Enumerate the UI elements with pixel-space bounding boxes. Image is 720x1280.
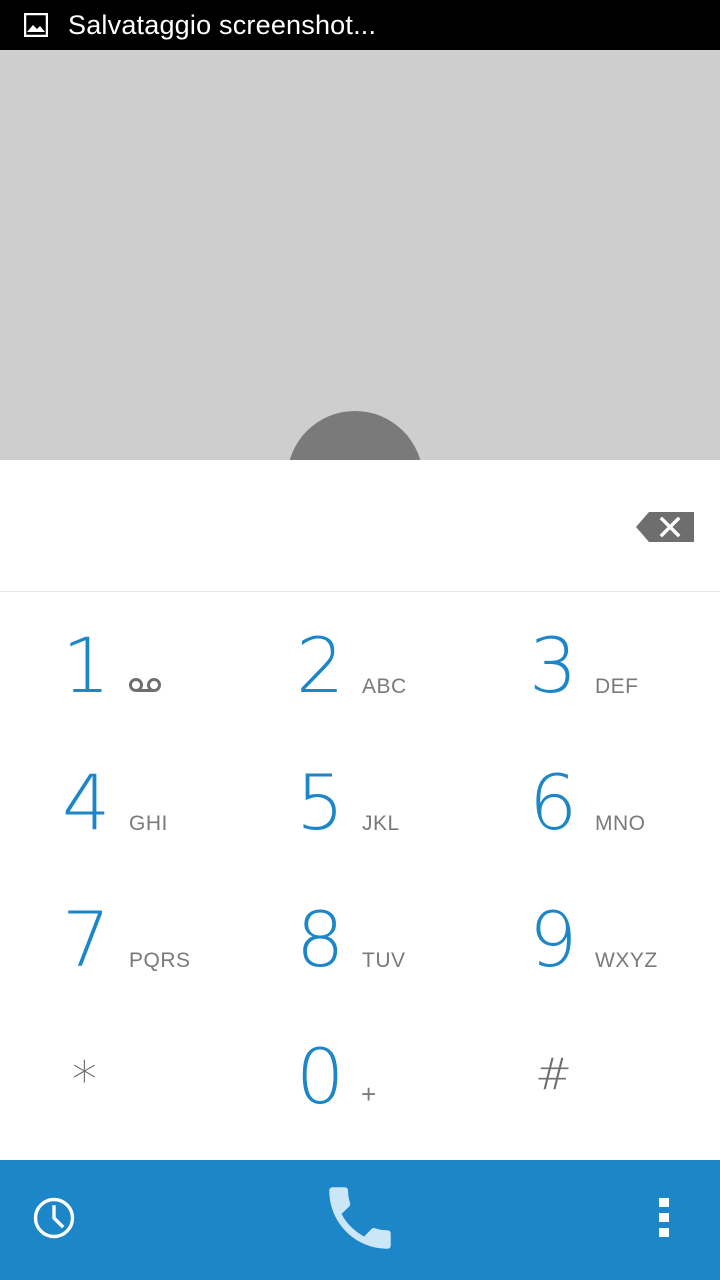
key-9[interactable]: 9 WXYZ	[466, 866, 699, 1003]
key-letters: DEF	[595, 675, 639, 698]
key-digit: 0	[296, 1032, 345, 1121]
key-star[interactable]: *	[0, 1003, 233, 1140]
key-digit: *	[72, 1051, 97, 1109]
notification-text: Salvataggio screenshot...	[68, 9, 377, 40]
key-letters: MNO	[595, 812, 646, 835]
image-icon	[24, 13, 48, 37]
key-4[interactable]: 4 GHI	[0, 729, 233, 866]
key-1[interactable]: 1	[0, 592, 233, 729]
key-2[interactable]: 2 ABC	[233, 592, 466, 729]
digits-field[interactable]	[0, 460, 720, 592]
overflow-menu-button[interactable]	[640, 1190, 688, 1250]
key-digit: 5	[296, 758, 345, 847]
key-letters: JKL	[362, 812, 400, 835]
voicemail-icon	[128, 677, 162, 698]
key-letters: WXYZ	[595, 949, 658, 972]
key-5[interactable]: 5 JKL	[233, 729, 466, 866]
contact-avatar	[287, 411, 423, 460]
dialpad: 1 2 ABC 3 DEF 4 GHI 5 JKL 6 MNO 7 PQRS 8…	[0, 592, 720, 1160]
clock-icon	[32, 1196, 76, 1245]
key-letters: ABC	[362, 675, 407, 698]
key-digit: 3	[529, 621, 578, 710]
key-digit: 9	[529, 895, 578, 984]
bottom-action-bar	[0, 1160, 720, 1280]
call-history-button[interactable]	[24, 1190, 84, 1250]
call-button[interactable]	[300, 1170, 420, 1270]
phone-icon	[319, 1177, 401, 1264]
key-digit: #	[535, 1049, 572, 1100]
key-digit: 1	[62, 621, 111, 710]
backspace-icon[interactable]	[636, 512, 694, 542]
key-letters: TUV	[362, 949, 406, 972]
key-letters: +	[361, 1079, 377, 1109]
key-0[interactable]: 0 +	[233, 1003, 466, 1140]
key-digit: 4	[62, 758, 111, 847]
key-6[interactable]: 6 MNO	[466, 729, 699, 866]
key-letters: GHI	[129, 812, 168, 835]
key-digit: 6	[529, 758, 578, 847]
key-3[interactable]: 3 DEF	[466, 592, 699, 729]
key-8[interactable]: 8 TUV	[233, 866, 466, 1003]
key-hash[interactable]: #	[466, 1003, 699, 1140]
key-digit: 8	[296, 895, 345, 984]
key-7[interactable]: 7 PQRS	[0, 866, 233, 1003]
key-digit: 2	[296, 621, 345, 710]
key-letters: PQRS	[129, 949, 191, 972]
overflow-menu-icon	[658, 1197, 670, 1243]
contact-area	[0, 50, 720, 460]
status-bar: Salvataggio screenshot...	[0, 0, 720, 50]
key-digit: 7	[62, 895, 111, 984]
